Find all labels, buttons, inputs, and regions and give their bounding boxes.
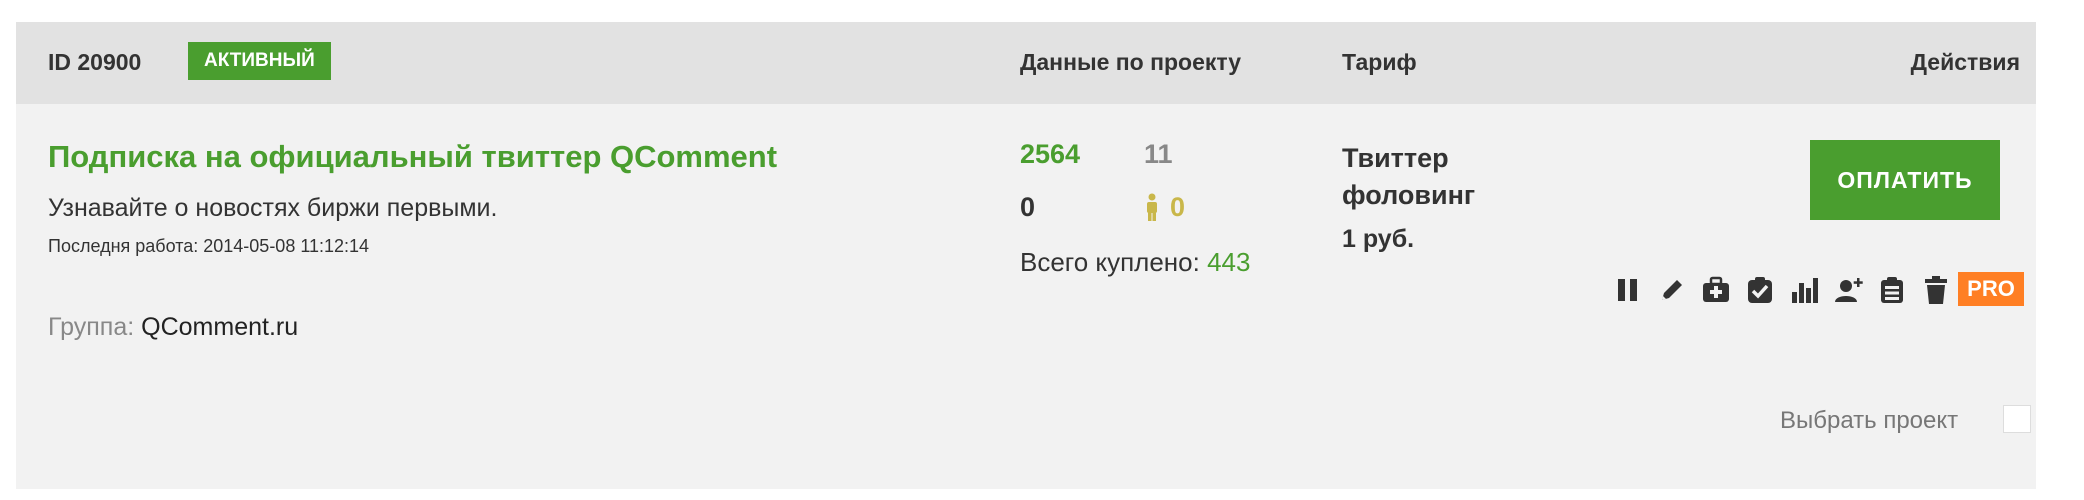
project-description: Узнавайте о новостях биржи первыми. — [48, 194, 498, 222]
column-actions: Действия — [1910, 49, 2020, 75]
action-icons — [1610, 268, 2000, 312]
person-icon — [1144, 193, 1160, 223]
project-group: Группа: QComment.ru — [48, 313, 298, 342]
person-icon-svg — [1147, 193, 1157, 221]
last-work-time: Последня работа: 2014-05-08 11:12:14 — [48, 236, 370, 256]
group-label: Группа: — [48, 313, 135, 341]
status-badge: АКТИВНЫЙ — [188, 42, 331, 80]
project-id: ID 20900 — [48, 49, 142, 75]
group-value: QComment.ru — [141, 313, 299, 341]
project-card: ID 20900 АКТИВНЫЙ Данные по проекту Тари… — [16, 22, 2036, 489]
stat-yellow: 0 — [1170, 192, 1186, 222]
card-header: ID 20900 АКТИВНЫЙ Данные по проекту Тари… — [16, 22, 2036, 104]
stat-gray: 11 — [1144, 139, 1173, 169]
pencil-icon[interactable] — [1654, 268, 1690, 312]
project-title[interactable]: Подписка на официальный твиттер QComment — [48, 139, 777, 175]
bar-chart-icon[interactable] — [1786, 268, 1822, 312]
tariff-price: 1 руб. — [1342, 225, 1415, 253]
pause-icon[interactable] — [1610, 268, 1646, 312]
list-clipboard-icon[interactable] — [1874, 268, 1910, 312]
select-project-checkbox[interactable] — [2003, 405, 2031, 433]
pro-badge[interactable]: PRO — [1958, 272, 2024, 306]
total-label: Всего куплено: — [1020, 247, 1200, 277]
add-user-icon[interactable] — [1830, 268, 1866, 312]
column-project-data: Данные по проекту — [1020, 49, 1242, 75]
medkit-icon[interactable] — [1698, 268, 1734, 312]
pay-button[interactable]: ОПЛАТИТЬ — [1810, 140, 2000, 220]
trash-icon[interactable] — [1918, 268, 1954, 312]
stat-green: 2564 — [1020, 139, 1081, 169]
tariff-name: Твиттер фоловинг — [1342, 143, 1476, 210]
check-clipboard-icon[interactable] — [1742, 268, 1778, 312]
total-purchased: Всего куплено: 443 — [1020, 247, 1250, 278]
total-value: 443 — [1207, 247, 1251, 277]
stat-black: 0 — [1020, 192, 1036, 222]
column-tariff: Тариф — [1342, 49, 1417, 75]
select-project-label: Выбрать проект — [1780, 407, 1959, 434]
